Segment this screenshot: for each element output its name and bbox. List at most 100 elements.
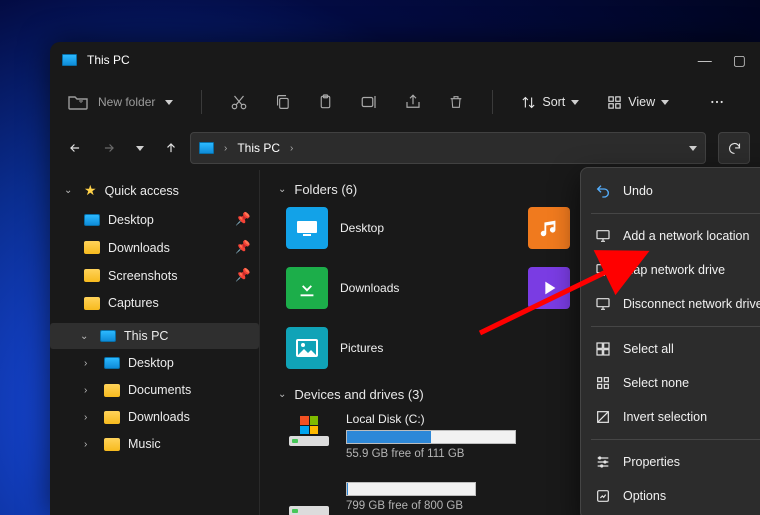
pin-icon: 📌 bbox=[235, 240, 251, 255]
monitor-icon bbox=[100, 330, 116, 342]
menu-item-invert-selection[interactable]: Invert selection bbox=[581, 400, 760, 434]
menu-item-disconnect-network-drive[interactable]: Disconnect network drive bbox=[581, 287, 760, 321]
file-explorer-window: This PC — ▢ New folder Sort bbox=[50, 42, 760, 515]
menu-item-undo[interactable]: Undo bbox=[581, 174, 760, 208]
menu-label: Select all bbox=[623, 342, 674, 356]
up-button[interactable] bbox=[164, 141, 178, 155]
view-button[interactable]: View bbox=[607, 95, 669, 110]
menu-item-select-all[interactable]: Select all bbox=[581, 332, 760, 366]
drive-tile-c[interactable]: Local Disk (C:) 55.9 GB free of 111 GB bbox=[286, 412, 526, 460]
chevron-down-icon bbox=[661, 100, 669, 105]
delete-icon[interactable] bbox=[448, 93, 464, 111]
folder-tile-desktop[interactable]: Desktop bbox=[286, 207, 486, 249]
breadcrumb-bar[interactable]: › This PC › bbox=[190, 132, 706, 164]
chevron-down-icon: ⌄ bbox=[80, 331, 92, 342]
usage-bar bbox=[346, 430, 516, 444]
more-button[interactable] bbox=[707, 94, 727, 110]
pin-icon: 📌 bbox=[235, 268, 251, 283]
nav-item-documents[interactable]: › Documents bbox=[50, 377, 259, 403]
chevron-down-icon bbox=[571, 100, 579, 105]
folder-icon bbox=[84, 241, 100, 254]
drive-icon bbox=[286, 416, 332, 446]
refresh-icon bbox=[727, 141, 742, 156]
chevron-down-icon: ⌄ bbox=[278, 184, 286, 195]
nav-label: Music bbox=[128, 437, 161, 451]
nav-item-captures[interactable]: Captures bbox=[50, 290, 259, 316]
menu-separator bbox=[591, 213, 760, 214]
menu-label: Disconnect network drive bbox=[623, 297, 760, 311]
drive-icon bbox=[286, 486, 332, 515]
chevron-down-icon bbox=[165, 100, 173, 105]
nav-label: Captures bbox=[108, 296, 159, 310]
folder-tile-downloads[interactable]: Downloads bbox=[286, 267, 486, 309]
nav-item-desktop-pc[interactable]: › Desktop bbox=[50, 350, 259, 376]
drive-tile[interactable]: 799 GB free of 800 GB bbox=[286, 482, 486, 515]
nav-item-screenshots[interactable]: Screenshots 📌 bbox=[50, 262, 259, 289]
maximize-button[interactable]: ▢ bbox=[733, 52, 746, 69]
history-dropdown[interactable] bbox=[136, 146, 144, 151]
history-chevron[interactable] bbox=[689, 146, 697, 151]
menu-item-map-network-drive[interactable]: Map network drive bbox=[581, 253, 760, 287]
cut-icon[interactable] bbox=[230, 93, 248, 111]
nav-label: Downloads bbox=[128, 410, 190, 424]
monitor-icon bbox=[104, 357, 120, 369]
chevron-right-icon: › bbox=[84, 412, 96, 423]
rename-icon[interactable] bbox=[360, 93, 378, 111]
options-icon bbox=[595, 488, 611, 504]
window-title: This PC bbox=[87, 53, 130, 67]
folder-icon bbox=[84, 297, 100, 310]
nav-quick-access[interactable]: ⌄ ★ Quick access bbox=[50, 176, 259, 205]
menu-separator bbox=[591, 439, 760, 440]
menu-item-select-none[interactable]: Select none bbox=[581, 366, 760, 400]
folder-tile[interactable] bbox=[528, 207, 588, 249]
context-menu: Undo Add a network location Map network … bbox=[580, 167, 760, 515]
divider bbox=[201, 90, 202, 114]
select-all-icon bbox=[595, 341, 611, 357]
view-icon bbox=[607, 95, 622, 110]
nav-item-downloads-pc[interactable]: › Downloads bbox=[50, 404, 259, 430]
new-folder-button[interactable]: New folder bbox=[68, 94, 173, 110]
copy-icon[interactable] bbox=[274, 93, 291, 111]
breadcrumb-root[interactable]: This PC bbox=[237, 141, 280, 155]
group-header-label: Folders (6) bbox=[294, 182, 357, 197]
undo-icon bbox=[595, 183, 611, 199]
nav-this-pc[interactable]: ⌄ This PC bbox=[50, 323, 259, 349]
monitor-icon bbox=[595, 296, 611, 312]
minimize-button[interactable]: — bbox=[698, 52, 711, 68]
address-row: › This PC › bbox=[50, 126, 760, 170]
chevron-right-icon[interactable]: › bbox=[224, 143, 227, 154]
menu-item-add-network-location[interactable]: Add a network location bbox=[581, 219, 760, 253]
navigation-pane: ⌄ ★ Quick access Desktop 📌 Downloads 📌 S… bbox=[50, 170, 260, 515]
folder-tile-pictures[interactable]: Pictures bbox=[286, 327, 486, 369]
chevron-down-icon: ⌄ bbox=[64, 185, 76, 196]
share-icon[interactable] bbox=[404, 93, 422, 111]
menu-item-options[interactable]: Options bbox=[581, 479, 760, 513]
paste-icon[interactable] bbox=[317, 93, 334, 111]
pin-icon: 📌 bbox=[235, 212, 251, 227]
menu-label: Options bbox=[623, 489, 666, 503]
nav-label: Downloads bbox=[108, 241, 170, 255]
folder-tile[interactable] bbox=[528, 267, 588, 309]
more-icon bbox=[707, 94, 727, 110]
refresh-button[interactable] bbox=[718, 132, 750, 164]
chevron-down-icon: ⌄ bbox=[278, 389, 286, 400]
nav-item-music[interactable]: › Music bbox=[50, 431, 259, 457]
sort-button[interactable]: Sort bbox=[521, 95, 579, 110]
view-label: View bbox=[628, 95, 655, 109]
menu-item-properties[interactable]: Properties bbox=[581, 445, 760, 479]
videos-folder-icon bbox=[528, 267, 570, 309]
back-button[interactable] bbox=[68, 141, 82, 155]
menu-label: Invert selection bbox=[623, 410, 707, 424]
monitor-icon bbox=[595, 262, 611, 278]
drive-free-text: 55.9 GB free of 111 GB bbox=[346, 448, 516, 460]
this-pc-icon bbox=[199, 142, 214, 154]
nav-item-downloads[interactable]: Downloads 📌 bbox=[50, 234, 259, 261]
menu-label: Undo bbox=[623, 184, 653, 198]
nav-item-desktop[interactable]: Desktop 📌 bbox=[50, 206, 259, 233]
sort-icon bbox=[521, 95, 536, 110]
downloads-folder-icon bbox=[286, 267, 328, 309]
nav-label: Quick access bbox=[105, 184, 179, 198]
forward-button[interactable] bbox=[102, 141, 116, 155]
usage-bar bbox=[346, 482, 476, 496]
chevron-right-icon[interactable]: › bbox=[290, 143, 293, 154]
